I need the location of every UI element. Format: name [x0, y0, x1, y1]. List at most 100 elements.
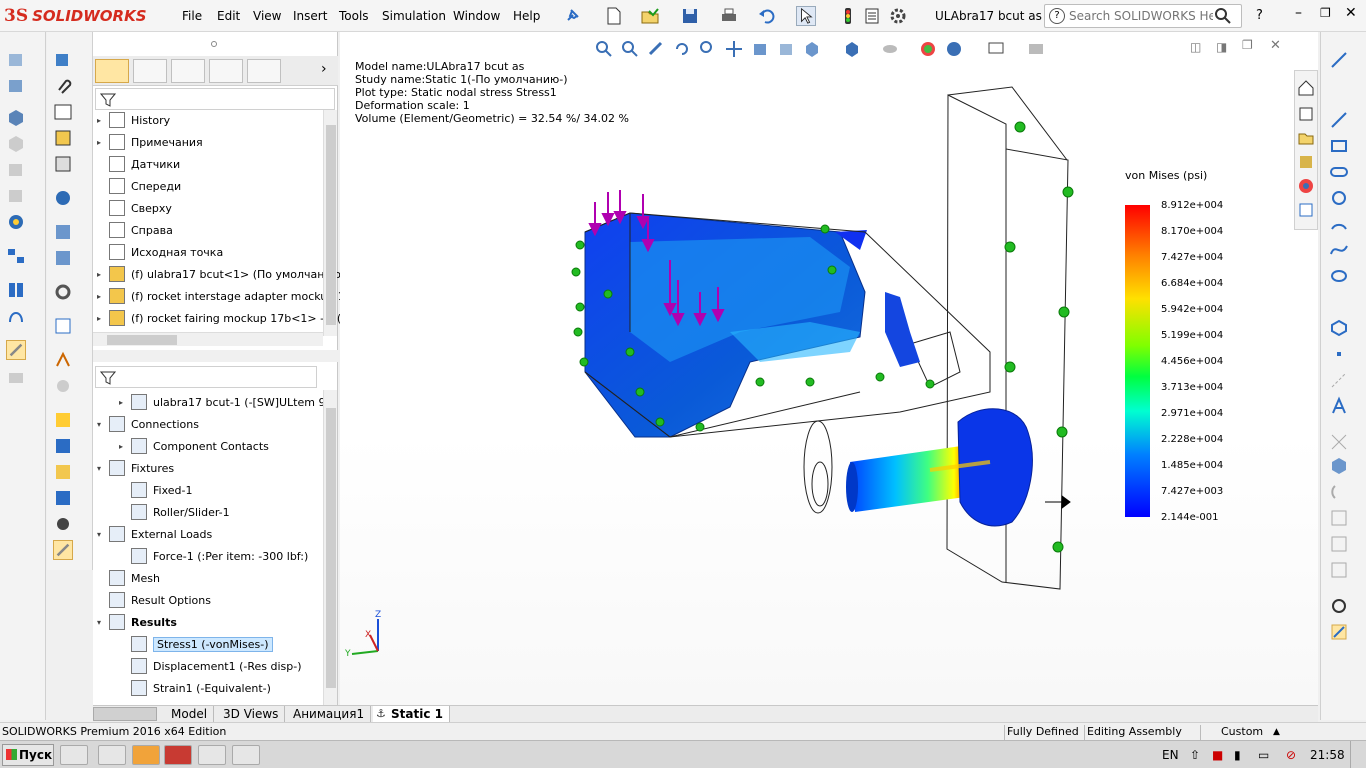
chart-options-icon[interactable] [53, 282, 73, 302]
expand-arrow-icon[interactable]: ▸ [97, 116, 109, 125]
close-icon[interactable]: ✕ [1345, 5, 1357, 21]
spline-icon[interactable] [1329, 240, 1349, 260]
clock-text[interactable]: 21:58 [1310, 748, 1345, 762]
stress-plot-model[interactable] [340, 32, 1318, 705]
simulation-tree-scrollbar[interactable] [323, 390, 337, 705]
smart-dimension-icon[interactable] [1329, 50, 1349, 70]
fixtures-advisor-icon[interactable] [6, 108, 26, 128]
expand-arrow-icon[interactable]: ▾ [97, 618, 109, 627]
feature-tree-scrollbar[interactable] [323, 110, 337, 336]
simulation-tree-item[interactable]: Force-1 (:Per item: -300 lbf:) [119, 546, 308, 566]
file-properties-icon[interactable] [862, 6, 882, 26]
attachment-icon[interactable] [53, 76, 73, 96]
solidworks-logo[interactable]: 3S SOLIDWORKS [4, 3, 154, 29]
menu-help[interactable]: Help [513, 9, 540, 23]
menu-edit[interactable]: Edit [217, 9, 240, 23]
simulation-tree-item[interactable]: Strain1 (-Equivalent-) [119, 678, 271, 698]
appearances-icon[interactable] [1297, 177, 1315, 195]
simulation-tree-item[interactable]: Result Options [97, 590, 211, 610]
sensor-icon[interactable] [53, 350, 73, 370]
firefox-taskbar-icon[interactable] [98, 745, 126, 765]
compare-icon[interactable] [53, 436, 73, 456]
feature-tree-item[interactable]: Сверху [97, 198, 172, 218]
tray-expand-icon[interactable]: ⇧ [1190, 748, 1200, 762]
menu-insert[interactable]: Insert [293, 9, 327, 23]
section-clipping-icon[interactable] [53, 222, 73, 242]
plot-tools-icon[interactable] [53, 50, 73, 70]
arc-icon[interactable] [1329, 214, 1349, 234]
new-document-icon[interactable] [604, 6, 624, 26]
network-icon[interactable]: ▮ [1234, 748, 1241, 762]
slot-icon[interactable] [1329, 162, 1349, 182]
simulation-tree-item[interactable]: ▾ Fixtures [97, 458, 174, 478]
run-study-icon[interactable] [6, 212, 26, 232]
simulation-tree-item[interactable]: Roller/Slider-1 [119, 502, 230, 522]
file-explorer-icon[interactable] [1297, 129, 1315, 147]
expand-arrow-icon[interactable]: ▸ [97, 270, 109, 279]
animate-icon[interactable] [53, 188, 73, 208]
simulation-tree-item[interactable]: ▾ Connections [97, 414, 199, 434]
list-result-icon[interactable] [53, 102, 73, 122]
expand-arrow-icon[interactable]: ▸ [119, 398, 131, 407]
convert-entities-icon[interactable] [1329, 456, 1349, 476]
home-icon[interactable] [1297, 79, 1315, 97]
expand-arrow-icon[interactable]: ▸ [97, 138, 109, 147]
undo-icon[interactable] [757, 6, 777, 26]
window-taskbar-icon[interactable] [198, 745, 226, 765]
study-tree-filter[interactable] [95, 366, 317, 388]
new-study-icon[interactable] [6, 50, 26, 70]
simulation-tree-item[interactable]: Displacement1 (-Res disp-) [119, 656, 302, 676]
language-indicator[interactable]: EN [1162, 748, 1179, 762]
simulation-tree-item[interactable]: Stress1 (-vonMises-) [119, 634, 273, 654]
design-insight-icon[interactable] [6, 306, 26, 326]
tab-model[interactable]: Model [165, 706, 215, 722]
expand-arrow-icon[interactable]: ▸ [119, 442, 131, 451]
feature-tree-item[interactable]: Исходная точка [97, 242, 223, 262]
results-advisor-icon[interactable] [6, 246, 26, 266]
start-button[interactable]: Пуск [2, 744, 54, 766]
horizontal-scrollbar[interactable] [93, 332, 323, 346]
probe-icon[interactable] [53, 128, 73, 148]
tab-animation[interactable]: Анимация1 [287, 706, 372, 722]
simulation-tree-item[interactable]: ▾ External Loads [97, 524, 212, 544]
battery-icon[interactable]: ▭ [1258, 748, 1269, 762]
simulation-evaluator-icon[interactable] [53, 410, 73, 430]
feature-tree-item[interactable]: ▸ Примечания [97, 132, 203, 152]
show-desktop-button[interactable] [1350, 741, 1366, 768]
quick-snaps-icon[interactable] [1329, 622, 1349, 642]
tab-property-manager[interactable] [133, 59, 167, 83]
save-icon[interactable] [680, 6, 700, 26]
chevron-right-icon[interactable]: › [321, 61, 327, 77]
options-gear-icon[interactable] [888, 6, 908, 26]
report-icon[interactable] [6, 340, 26, 360]
compare-results-icon[interactable] [6, 280, 26, 300]
simulation-tree-item[interactable]: ▸ Component Contacts [119, 436, 269, 456]
feature-tree-item[interactable]: ▸ History [97, 110, 170, 130]
design-library-icon[interactable] [1297, 105, 1315, 123]
simulation-tree-item[interactable]: ▾ Results [97, 612, 177, 632]
expand-arrow-icon[interactable]: ▸ [97, 314, 109, 323]
minimize-icon[interactable]: – [1295, 5, 1302, 21]
expand-arrow-icon[interactable]: ▸ [97, 292, 109, 301]
simulation-tree-item[interactable]: Mesh [97, 568, 160, 588]
rebuild-traffic-light-icon[interactable] [838, 6, 858, 26]
select-cursor-icon[interactable] [796, 6, 816, 26]
feature-tree-item[interactable]: ▸ (f) rocket interstage adapter mockup 1 [97, 286, 345, 306]
results-icon[interactable] [53, 488, 73, 508]
point-icon[interactable] [1329, 344, 1349, 364]
restore-icon[interactable]: ❐ [1320, 6, 1331, 20]
graphics-area[interactable]: ◫ ◨ ❐ ✕ Model name:ULAbra17 bcut as Stud… [340, 32, 1318, 705]
feature-tree-item[interactable]: ▸ (f) rocket fairing mockup 17b<1> -> ( [97, 308, 341, 328]
tab-configuration-manager[interactable] [171, 59, 205, 83]
help-menu-icon[interactable]: ? [1256, 8, 1263, 23]
tab-dimxpert-manager[interactable] [209, 59, 243, 83]
tool-taskbar-icon[interactable] [232, 745, 260, 765]
line-icon[interactable] [1329, 110, 1349, 130]
tab-3d-views[interactable]: 3D Views [217, 706, 286, 722]
help-search-box[interactable]: ? [1044, 4, 1242, 28]
search-input[interactable] [1069, 9, 1213, 23]
feature-tree-filter[interactable] [95, 88, 335, 110]
camera-icon[interactable] [53, 514, 73, 534]
expand-arrow-icon[interactable]: ▾ [97, 420, 109, 429]
app-taskbar-icon[interactable] [132, 745, 160, 765]
